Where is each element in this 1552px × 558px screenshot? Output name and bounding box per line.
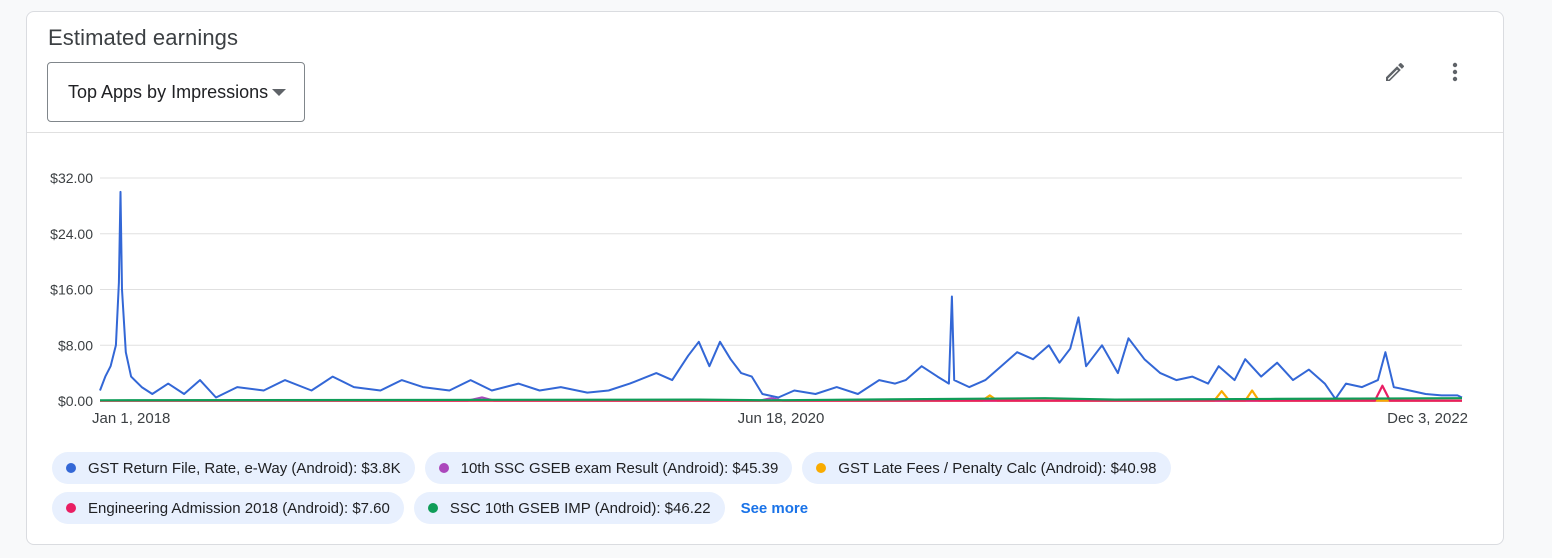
legend-dot-icon [816, 463, 827, 473]
legend-chip[interactable]: Engineering Admission 2018 (Android): $7… [52, 492, 404, 524]
x-tick-label: Dec 3, 2022 [1387, 410, 1468, 427]
legend-dot-icon [438, 463, 449, 473]
see-more-link[interactable]: See more [741, 500, 809, 517]
legend-label: GST Return File, Rate, e-Way (Android): … [88, 459, 401, 477]
legend-label: 10th SSC GSEB exam Result (Android): $45… [460, 459, 779, 477]
x-tick-label: Jan 1, 2018 [92, 410, 170, 427]
legend-chip[interactable]: GST Return File, Rate, e-Way (Android): … [52, 452, 415, 484]
series-line-5 [99, 397, 1463, 402]
y-tick-label: $0.00 [58, 393, 93, 409]
earnings-line-chart: $0.00 $8.00 $16.00 $24.00 $32.00 Jan 1, 2018 J… [50, 170, 1468, 427]
legend-label: Engineering Admission 2018 (Android): $7… [88, 499, 390, 517]
series-line-1 [99, 190, 1463, 400]
y-tick-label: $8.00 [58, 337, 93, 353]
legend-chip[interactable]: 10th SSC GSEB exam Result (Android): $45… [424, 452, 793, 484]
legend-dot-icon [66, 503, 76, 513]
legend-chip[interactable]: SSC 10th GSEB IMP (Android): $46.22 [413, 492, 725, 524]
legend-dot-icon [66, 463, 76, 473]
legend-dot-icon [427, 503, 438, 513]
estimated-earnings-card: Estimated earnings Top Apps by Impressio… [26, 11, 1504, 545]
legend-label: SSC 10th GSEB IMP (Android): $46.22 [449, 499, 711, 517]
y-tick-label: $16.00 [50, 282, 93, 298]
legend-label: GST Late Fees / Penalty Calc (Android): … [838, 459, 1157, 477]
legend-chip[interactable]: GST Late Fees / Penalty Calc (Android): … [802, 452, 1171, 484]
y-tick-label: $24.00 [50, 226, 93, 242]
y-tick-label: $32.00 [50, 170, 93, 186]
x-tick-label: Jun 18, 2020 [738, 410, 825, 427]
chart-legend: GST Return File, Rate, e-Way (Android): … [52, 452, 1352, 532]
